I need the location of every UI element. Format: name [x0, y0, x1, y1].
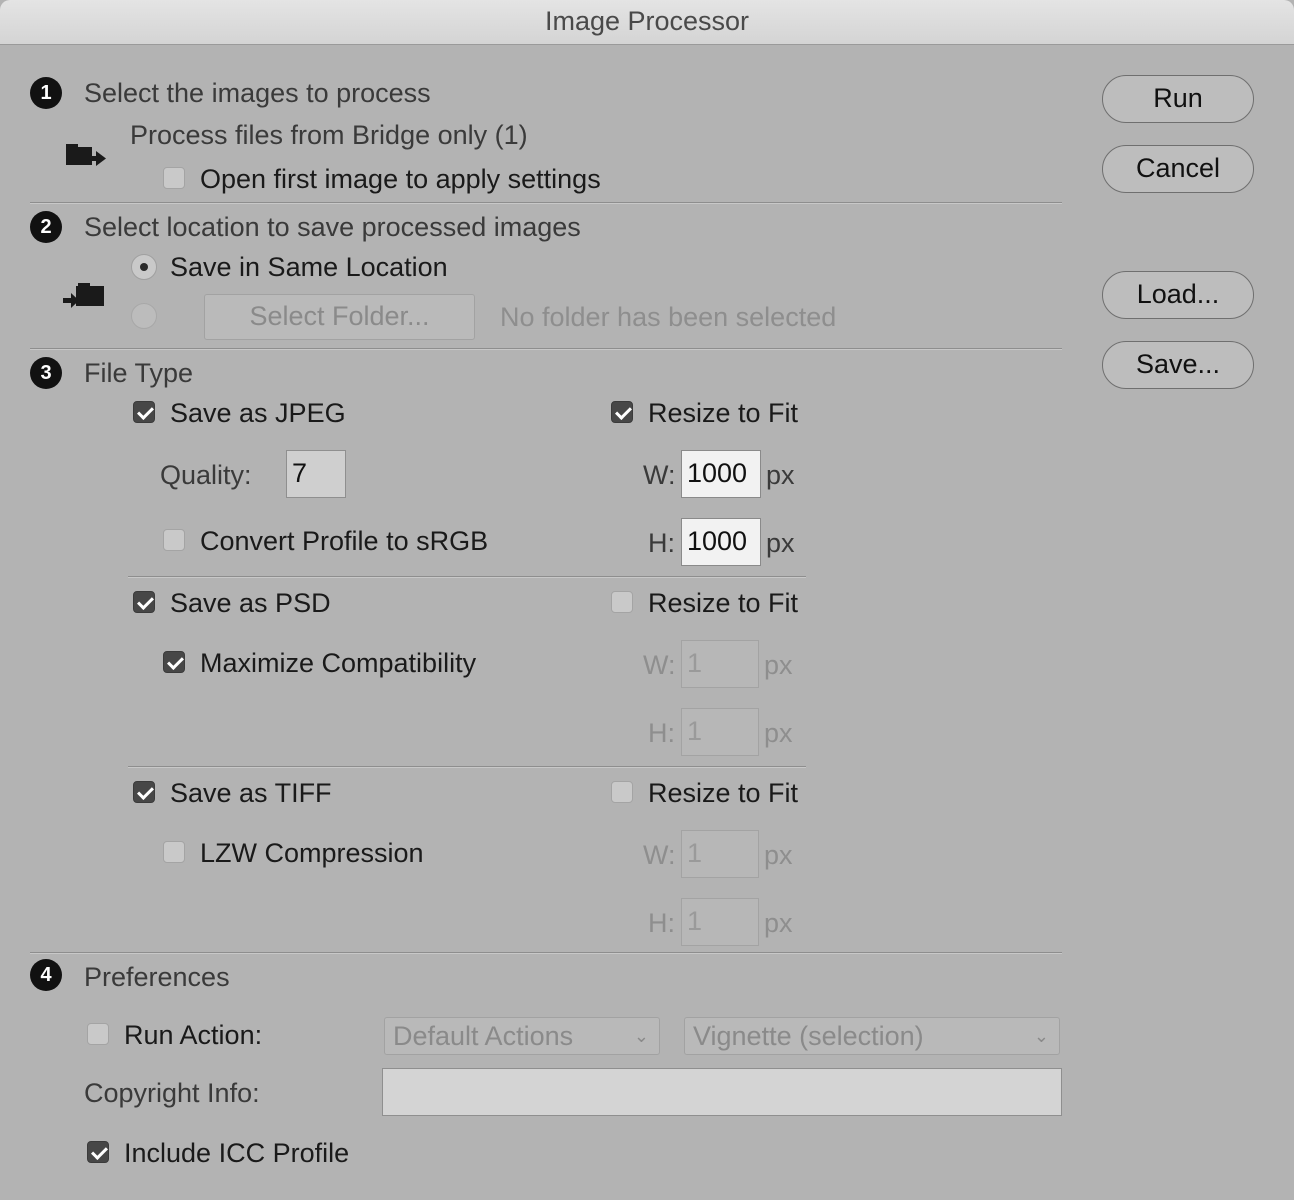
tiff-resize-checkbox[interactable] — [611, 781, 633, 803]
psd-resize-checkbox[interactable] — [611, 591, 633, 613]
run-button[interactable]: Run — [1102, 75, 1254, 123]
action-value: Vignette (selection) — [693, 1021, 924, 1051]
copyright-input[interactable] — [382, 1068, 1062, 1116]
include-icc-checkbox[interactable] — [87, 1141, 109, 1163]
load-button[interactable]: Load... — [1102, 271, 1254, 319]
step-4-badge: 4 — [30, 959, 62, 991]
folder-arrow-icon — [64, 140, 108, 174]
psd-height-unit: px — [764, 718, 793, 748]
save-same-location-label[interactable]: Save in Same Location — [170, 250, 448, 284]
save-settings-button[interactable]: Save... — [1102, 341, 1254, 389]
psd-width-label: W: — [643, 650, 676, 680]
step-3-badge: 3 — [30, 357, 62, 389]
jpeg-resize-label[interactable]: Resize to Fit — [648, 396, 798, 430]
quality-label: Quality: — [160, 460, 252, 490]
no-folder-text: No folder has been selected — [500, 302, 837, 332]
section3-heading: File Type — [84, 358, 194, 388]
include-icc-label[interactable]: Include ICC Profile — [124, 1136, 349, 1170]
psd-height-input[interactable]: 1 — [681, 708, 759, 756]
chevron-down-icon: ⌄ — [1033, 1026, 1049, 1046]
divider — [30, 952, 1062, 954]
save-to-folder-icon — [62, 282, 106, 314]
tiff-width-input[interactable]: 1 — [681, 830, 759, 878]
section2-heading: Select location to save processed images — [84, 212, 581, 242]
convert-srgb-label[interactable]: Convert Profile to sRGB — [200, 524, 488, 558]
action-dropdown[interactable]: Vignette (selection) ⌄ — [684, 1017, 1060, 1055]
jpeg-height-input[interactable]: 1000 — [681, 518, 761, 566]
open-first-image-checkbox[interactable] — [163, 167, 185, 189]
select-folder-radio[interactable] — [131, 303, 157, 329]
run-action-label[interactable]: Run Action: — [124, 1018, 262, 1052]
section1-heading: Select the images to process — [84, 78, 431, 108]
jpeg-width-unit: px — [766, 460, 795, 490]
psd-height-label: H: — [648, 718, 675, 748]
tiff-height-label: H: — [648, 908, 675, 938]
tiff-width-unit: px — [764, 840, 793, 870]
cancel-button[interactable]: Cancel — [1102, 145, 1254, 193]
save-tiff-checkbox[interactable] — [133, 781, 155, 803]
save-tiff-label[interactable]: Save as TIFF — [170, 776, 332, 810]
action-set-dropdown[interactable]: Default Actions ⌄ — [384, 1017, 660, 1055]
divider — [30, 348, 1062, 350]
psd-resize-label[interactable]: Resize to Fit — [648, 586, 798, 620]
maximize-compatibility-checkbox[interactable] — [163, 651, 185, 673]
maximize-compatibility-label[interactable]: Maximize Compatibility — [200, 646, 476, 680]
divider — [128, 576, 806, 578]
step-2-badge: 2 — [30, 211, 62, 243]
window-title: Image Processor — [544, 6, 750, 36]
tiff-resize-label[interactable]: Resize to Fit — [648, 776, 798, 810]
save-same-location-radio[interactable] — [131, 254, 157, 280]
psd-width-unit: px — [764, 650, 793, 680]
quality-input[interactable]: 7 — [286, 450, 346, 498]
copyright-label: Copyright Info: — [84, 1078, 260, 1108]
save-jpeg-label[interactable]: Save as JPEG — [170, 396, 346, 430]
save-psd-label[interactable]: Save as PSD — [170, 586, 331, 620]
save-jpeg-checkbox[interactable] — [133, 401, 155, 423]
run-action-checkbox[interactable] — [87, 1023, 109, 1045]
psd-width-input[interactable]: 1 — [681, 640, 759, 688]
jpeg-height-unit: px — [766, 528, 795, 558]
chevron-down-icon: ⌄ — [633, 1026, 649, 1046]
open-first-image-label[interactable]: Open first image to apply settings — [200, 162, 601, 196]
section4-heading: Preferences — [84, 962, 230, 992]
divider — [128, 766, 806, 768]
jpeg-height-label: H: — [648, 528, 675, 558]
lzw-compression-label[interactable]: LZW Compression — [200, 836, 424, 870]
tiff-height-unit: px — [764, 908, 793, 938]
jpeg-width-label: W: — [643, 460, 676, 490]
tiff-height-input[interactable]: 1 — [681, 898, 759, 946]
divider — [30, 202, 1062, 204]
jpeg-width-input[interactable]: 1000 — [681, 450, 761, 498]
save-psd-checkbox[interactable] — [133, 591, 155, 613]
lzw-compression-checkbox[interactable] — [163, 841, 185, 863]
jpeg-resize-checkbox[interactable] — [611, 401, 633, 423]
source-text: Process files from Bridge only (1) — [130, 120, 528, 150]
action-set-value: Default Actions — [393, 1021, 574, 1051]
tiff-width-label: W: — [643, 840, 676, 870]
step-1-badge: 1 — [30, 77, 62, 109]
convert-srgb-checkbox[interactable] — [163, 529, 185, 551]
select-folder-button[interactable]: Select Folder... — [204, 294, 475, 340]
